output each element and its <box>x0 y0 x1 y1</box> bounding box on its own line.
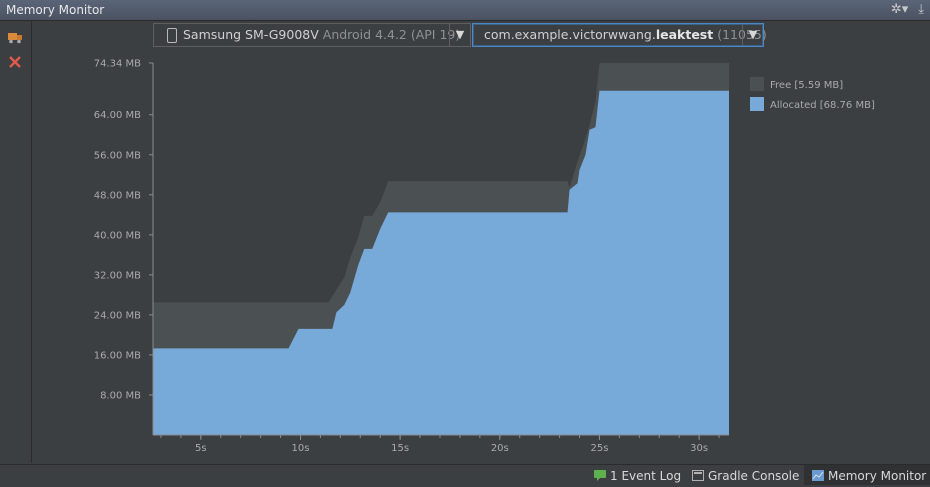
y-tick-label: 48.00 MB <box>94 190 141 201</box>
chevron-down-icon[interactable]: ▼ <box>449 24 470 46</box>
hide-panel-icon[interactable]: ⤓ <box>918 2 924 18</box>
x-tick-label: 5s <box>195 443 207 454</box>
gradle-console-label: Gradle Console <box>708 469 800 483</box>
legend-swatch <box>750 97 764 111</box>
close-x-icon[interactable] <box>6 53 24 71</box>
y-tick-label: 56.00 MB <box>94 150 141 161</box>
device-detail: Android 4.4.2 (API 19) <box>322 27 461 42</box>
tab-gradle-console[interactable]: Gradle Console <box>684 465 807 485</box>
chevron-down-icon[interactable]: ▼ <box>742 24 763 46</box>
y-tick-label: 16.00 MB <box>94 350 141 361</box>
y-tick-label: 74.34 MB <box>94 59 141 70</box>
process-select[interactable]: com.example.victorwwang.leaktest (11055)… <box>472 23 767 47</box>
title-bar: Memory Monitor ✲▾ ⤓ <box>0 0 930 21</box>
legend-label: Free [5.59 MB] <box>770 80 843 91</box>
side-toolstrip <box>0 21 32 463</box>
monitor-icon <box>812 470 824 481</box>
x-tick-label: 15s <box>391 443 409 454</box>
y-tick-label: 24.00 MB <box>94 310 141 321</box>
y-tick-label: 32.00 MB <box>94 270 141 281</box>
status-bar: 1 Event Log Gradle Console Memory Monito… <box>0 464 930 485</box>
gc-truck-icon[interactable] <box>6 28 24 46</box>
process-prefix: com.example.victorwwang. <box>484 27 656 42</box>
window-title: Memory Monitor <box>6 3 105 17</box>
device-name: Samsung SM-G9008V <box>183 27 319 42</box>
event-log-label: Event Log <box>621 469 682 483</box>
tab-event-log[interactable]: 1 Event Log <box>586 465 689 485</box>
memory-chart-svg: 8.00 MB 16.00 MB 24.00 MB 32.00 MB 40.00 MB 4… <box>94 59 875 455</box>
tab-memory-monitor[interactable]: Memory Monitor <box>804 465 930 485</box>
event-log-badge: 1 <box>610 469 618 483</box>
y-tick-label: 64.00 MB <box>94 110 141 121</box>
console-icon <box>692 470 704 481</box>
x-tick-label: 30s <box>690 443 708 454</box>
y-tick-label: 8.00 MB <box>100 390 141 401</box>
event-log-icon <box>594 470 606 481</box>
x-tick-label: 10s <box>292 443 310 454</box>
process-app: leaktest <box>655 27 714 42</box>
memory-chart: 8.00 MB 16.00 MB 24.00 MB 32.00 MB 40.00 MB 4… <box>31 48 930 464</box>
x-tick-label: 20s <box>491 443 509 454</box>
y-tick-label: 40.00 MB <box>94 230 141 241</box>
legend-swatch <box>750 77 764 91</box>
allocated-area <box>153 90 729 435</box>
legend-label: Allocated [68.76 MB] <box>770 100 875 111</box>
memory-monitor-label: Memory Monitor <box>828 469 927 483</box>
settings-gear-icon[interactable]: ✲▾ <box>891 2 908 18</box>
x-tick-label: 25s <box>590 443 608 454</box>
phone-icon <box>167 28 177 43</box>
device-select[interactable]: Samsung SM-G9008V Android 4.4.2 (API 19)… <box>153 23 471 47</box>
